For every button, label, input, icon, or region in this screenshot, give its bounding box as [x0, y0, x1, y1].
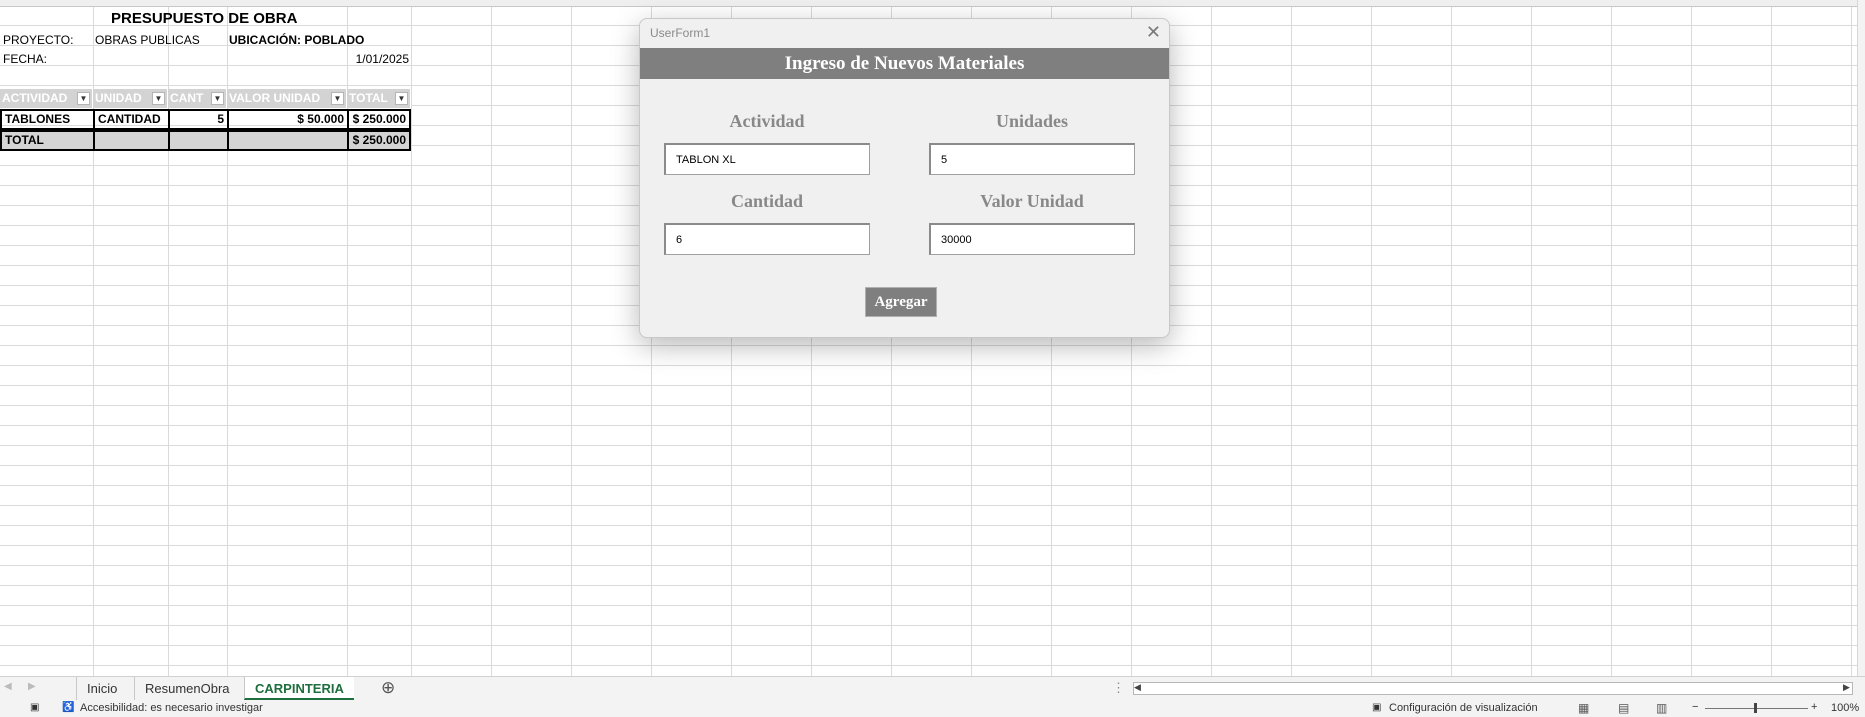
table-cell-total[interactable]: $ 250.000	[347, 109, 411, 130]
table-cell-cant[interactable]: 5	[168, 109, 229, 130]
valor-unidad-label: Valor Unidad	[980, 191, 1084, 211]
ubicacion-cell[interactable]: UBICACIÓN: POBLADO	[226, 31, 367, 50]
page-break-view-icon[interactable]: ▥	[1656, 701, 1667, 715]
table-cell-valor-unidad[interactable]: $ 50.000	[227, 109, 349, 130]
display-settings-label[interactable]: Configuración de visualización	[1389, 702, 1538, 714]
cantidad-label: Cantidad	[730, 191, 804, 211]
actividad-input[interactable]	[664, 143, 870, 175]
budget-title[interactable]: PRESUPUESTO DE OBRA	[108, 9, 300, 28]
table-header-total[interactable]: TOTAL ▼	[347, 89, 411, 108]
column-divider	[1371, 0, 1372, 676]
column-divider	[491, 0, 492, 676]
column-divider	[1691, 0, 1692, 676]
accessibility-icon[interactable]: ♿	[62, 702, 74, 713]
column-divider	[1451, 0, 1452, 676]
zoom-level[interactable]: 100%	[1831, 702, 1859, 714]
column-divider	[1211, 0, 1212, 676]
total-row-label[interactable]: TOTAL	[0, 130, 95, 151]
column-divider	[411, 0, 412, 676]
filter-dropdown-icon[interactable]: ▼	[77, 92, 90, 105]
table-header-unidad[interactable]: UNIDAD ▼	[93, 89, 168, 108]
total-row-value[interactable]: $ 250.000	[347, 130, 411, 151]
zoom-in-icon[interactable]: +	[1811, 701, 1817, 713]
header-label: ACTIVIDAD	[2, 91, 68, 105]
actividad-label: Actividad	[729, 111, 805, 131]
tab-inicio[interactable]: Inicio	[76, 677, 127, 700]
header-label: CANT	[170, 91, 204, 105]
agregar-button[interactable]: Agregar	[865, 287, 937, 317]
vertical-scrollbar[interactable]	[1857, 0, 1865, 676]
header-label: VALOR UNIDAD	[229, 91, 321, 105]
unidades-input[interactable]	[929, 143, 1135, 175]
scroll-left-arrow-icon[interactable]: ◀	[1134, 682, 1141, 693]
tab-carpinteria[interactable]: CARPINTERIA	[244, 677, 354, 700]
total-row-empty-cell[interactable]	[93, 130, 170, 151]
filter-dropdown-icon[interactable]: ▼	[395, 92, 408, 105]
header-label: TOTAL	[349, 91, 388, 105]
zoom-out-icon[interactable]: −	[1692, 701, 1698, 713]
close-icon[interactable]: ✕	[1146, 22, 1161, 43]
valor-unidad-input[interactable]	[929, 223, 1135, 255]
filter-dropdown-icon[interactable]: ▼	[331, 92, 344, 105]
scroll-right-icon[interactable]: ▶	[28, 681, 36, 692]
status-bar: ▣ ♿ Accesibilidad: es necesario investig…	[0, 700, 1865, 717]
filter-dropdown-icon[interactable]: ▼	[211, 92, 224, 105]
page-layout-view-icon[interactable]: ▤	[1618, 701, 1629, 715]
column-divider	[1291, 0, 1292, 676]
display-settings-icon[interactable]: ▣	[1372, 702, 1381, 713]
sheet-tab-bar: ◀ ▶ Inicio ResumenObra CARPINTERIA ⊕ ⋮ ◀…	[0, 676, 1865, 701]
filter-dropdown-icon[interactable]: ▼	[152, 92, 165, 105]
unidades-label: Unidades	[995, 111, 1069, 131]
form-heading: Ingreso de Nuevos Materiales	[640, 48, 1169, 79]
normal-view-icon[interactable]: ▦	[1578, 701, 1589, 715]
accessibility-status[interactable]: Accesibilidad: es necesario investigar	[80, 702, 263, 714]
macro-record-icon[interactable]: ▣	[30, 702, 39, 713]
dialog-title: UserForm1	[650, 26, 711, 40]
add-sheet-icon[interactable]: ⊕	[381, 678, 395, 698]
tab-resumenobra[interactable]: ResumenObra	[134, 677, 240, 700]
table-header-valor-unidad[interactable]: VALOR UNIDAD ▼	[227, 89, 347, 108]
column-header-strip[interactable]	[0, 0, 1865, 7]
total-row-empty-cell[interactable]	[168, 130, 229, 151]
tab-splitter-handle[interactable]: ⋮	[1112, 680, 1125, 696]
fecha-label[interactable]: FECHA:	[0, 50, 50, 69]
column-divider	[1611, 0, 1612, 676]
table-cell-actividad[interactable]: TABLONES	[0, 109, 95, 130]
proyecto-label[interactable]: PROYECTO:	[0, 31, 76, 50]
scroll-right-arrow-icon[interactable]: ▶	[1843, 682, 1850, 693]
total-row-empty-cell[interactable]	[227, 130, 349, 151]
column-divider	[1531, 0, 1532, 676]
fecha-value[interactable]: 1/01/2025	[330, 50, 412, 69]
scroll-left-icon[interactable]: ◀	[4, 681, 12, 692]
column-divider	[1851, 0, 1852, 676]
cantidad-input[interactable]	[664, 223, 870, 255]
table-header-cant[interactable]: CANT ▼	[168, 89, 227, 108]
table-header-actividad[interactable]: ACTIVIDAD ▼	[0, 89, 93, 108]
zoom-slider-thumb[interactable]	[1754, 703, 1757, 713]
column-divider	[571, 0, 572, 676]
proyecto-value[interactable]: OBRAS PUBLICAS	[92, 31, 203, 50]
userform-dialog: UserForm1 ✕ Ingreso de Nuevos Materiales…	[639, 18, 1170, 338]
table-cell-unidad[interactable]: CANTIDAD	[93, 109, 170, 130]
column-divider	[1771, 0, 1772, 676]
header-label: UNIDAD	[95, 91, 142, 105]
horizontal-scrollbar[interactable]	[1133, 682, 1853, 695]
